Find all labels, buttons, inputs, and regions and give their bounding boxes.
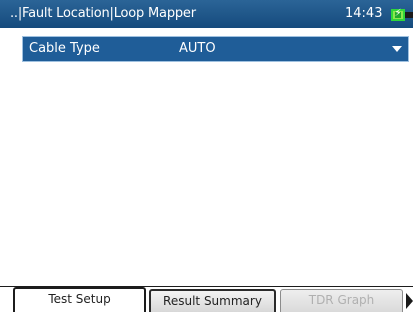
cable-type-value: AUTO xyxy=(179,41,216,56)
tab-tdr-graph: TDR Graph xyxy=(280,289,403,312)
cable-type-dropdown[interactable]: Cable Type AUTO xyxy=(22,36,409,62)
cable-type-label: Cable Type xyxy=(29,41,100,56)
tab-tdr-graph-label: TDR Graph xyxy=(308,293,375,307)
title-bar: ..|Fault Location|Loop Mapper 14:43 ⚡ xyxy=(0,0,413,28)
breadcrumb-title: ..|Fault Location|Loop Mapper xyxy=(10,6,196,21)
scroll-right-icon[interactable] xyxy=(406,293,413,309)
charging-bolt-icon: ⚡ xyxy=(394,8,402,19)
tab-test-setup[interactable]: Test Setup xyxy=(13,287,146,312)
battery-tip xyxy=(405,12,413,18)
battery-icon: ⚡ xyxy=(391,8,405,21)
chevron-down-icon xyxy=(392,46,402,52)
tab-result-summary-label: Result Summary xyxy=(163,294,262,308)
tab-test-setup-label: Test Setup xyxy=(48,292,111,306)
clock: 14:43 xyxy=(345,6,383,21)
tab-result-summary[interactable]: Result Summary xyxy=(149,289,276,312)
